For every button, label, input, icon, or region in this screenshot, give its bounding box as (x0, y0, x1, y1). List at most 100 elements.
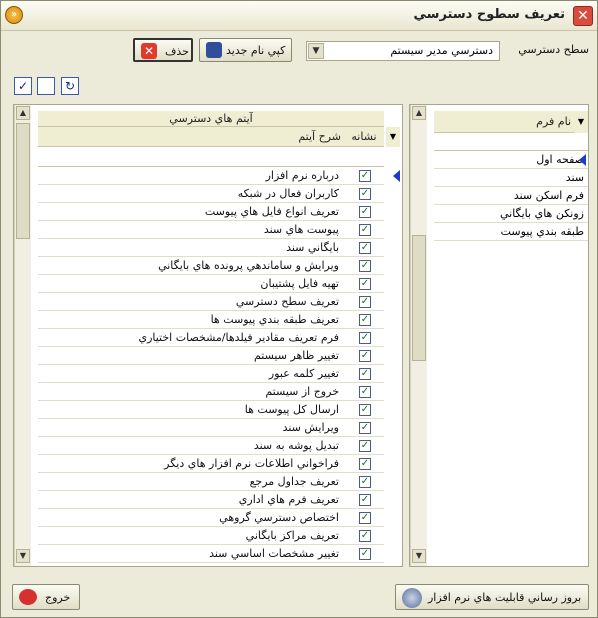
item-description: تغيير كلمه عبور (268, 367, 339, 380)
item-checkbox[interactable]: ✓ (359, 404, 371, 416)
exit-button[interactable]: خروج (12, 584, 80, 610)
item-description: تعريف مراكز بايگاني (245, 529, 339, 542)
filter-down-icon[interactable]: ▼ (386, 127, 400, 147)
table-row[interactable]: اختصاص دسترسي گروهي ✓ (38, 509, 384, 527)
access-items-panel: ▲ ▼ آيتم هاي دسترسي شرح آيتم نشانه ▼ درب… (13, 104, 403, 567)
item-checkbox[interactable]: ✓ (359, 206, 371, 218)
item-checkbox[interactable]: ✓ (359, 332, 371, 344)
item-checkbox[interactable]: ✓ (359, 296, 371, 308)
item-checkbox[interactable]: ✓ (359, 278, 371, 290)
list-item[interactable]: فرم اسكن سند (434, 187, 588, 205)
item-checkbox[interactable]: ✓ (359, 314, 371, 326)
exit-button-label: خروج (45, 591, 71, 604)
item-checkbox[interactable]: ✓ (359, 170, 371, 182)
item-description: تعريف فرم هاي اداري (238, 493, 339, 506)
list-item[interactable]: صفحه اول (434, 151, 588, 169)
item-checkbox[interactable]: ✓ (359, 494, 371, 506)
uncheck-all-button[interactable] (37, 77, 55, 95)
delete-button[interactable]: ✕ حذف (133, 38, 193, 62)
item-description: تهيه فايل پشتيبان (260, 277, 339, 290)
item-description: تغيير ظاهر سيستم (253, 349, 339, 362)
table-row[interactable]: فراخواني اطلاعات نرم افزار هاي ديگر ✓ (38, 455, 384, 473)
table-row[interactable]: خروج از سيستم ✓ (38, 383, 384, 401)
refresh-button[interactable]: ↻ (61, 77, 79, 95)
chevron-down-icon[interactable]: ▼ (308, 43, 324, 59)
current-row-indicator (393, 170, 400, 182)
item-checkbox[interactable]: ✓ (359, 530, 371, 542)
list-item[interactable]: زونكن هاي بايگاني (434, 205, 588, 223)
table-row[interactable]: بايگاني سند ✓ (38, 239, 384, 257)
item-checkbox[interactable]: ✓ (359, 188, 371, 200)
item-description: تغيير مشخصات اساسي سند (209, 547, 339, 560)
scroll-up-icon[interactable]: ▲ (412, 106, 426, 120)
table-row[interactable]: تغيير مشخصات اساسي سند ✓ (38, 545, 384, 563)
table-row[interactable]: تعريف جداول مرجع ✓ (38, 473, 384, 491)
items-scrollbar[interactable]: ▲ ▼ (14, 105, 31, 566)
close-icon[interactable]: ✕ (573, 6, 593, 26)
form-name: طبقه بندي پيوست (500, 225, 584, 238)
item-description: ويرايش سند (282, 421, 339, 434)
window-menu-icon[interactable]: » (5, 6, 23, 24)
item-description: كاربران فعال در شبكه (237, 187, 339, 200)
col-mark-header[interactable]: نشانه (344, 127, 384, 147)
item-checkbox[interactable]: ✓ (359, 242, 371, 254)
forms-scrollbar[interactable]: ▲ ▼ (410, 105, 427, 566)
item-checkbox[interactable]: ✓ (359, 350, 371, 362)
col-form-name-header[interactable]: نام فرم (434, 111, 574, 133)
table-row[interactable]: تعريف مراكز بايگاني ✓ (38, 527, 384, 545)
item-checkbox[interactable]: ✓ (359, 476, 371, 488)
item-checkbox[interactable]: ✓ (359, 440, 371, 452)
list-item[interactable]: سند (434, 169, 588, 187)
item-description: تعريف انواع فايل هاي پيوست (204, 205, 339, 218)
item-description: پيوست هاي سند (263, 223, 339, 236)
table-row[interactable]: ويرايش و ساماندهي پرونده هاي بايگاني ✓ (38, 257, 384, 275)
items-scroll-thumb[interactable] (16, 123, 30, 239)
item-checkbox[interactable]: ✓ (359, 260, 371, 272)
form-name: فرم اسكن سند (513, 189, 584, 202)
current-row-indicator (579, 154, 586, 166)
item-checkbox[interactable]: ✓ (359, 512, 371, 524)
table-row[interactable]: تبديل پوشه به سند ✓ (38, 437, 384, 455)
item-description: اختصاص دسترسي گروهي (219, 511, 339, 524)
item-checkbox[interactable]: ✓ (359, 458, 371, 470)
scroll-down-icon[interactable]: ▼ (412, 549, 426, 563)
table-row[interactable]: تغيير ظاهر سيستم ✓ (38, 347, 384, 365)
table-row[interactable]: تعريف فرم هاي اداري ✓ (38, 491, 384, 509)
item-description: تبديل پوشه به سند (253, 439, 339, 452)
item-checkbox[interactable]: ✓ (359, 548, 371, 560)
table-row[interactable]: تهيه فايل پشتيبان ✓ (38, 275, 384, 293)
item-description: تعريف طبقه بندي پيوست ها (210, 313, 339, 326)
items-filter-input[interactable] (38, 148, 384, 167)
list-item[interactable]: طبقه بندي پيوست (434, 223, 588, 241)
table-row[interactable]: كاربران فعال در شبكه ✓ (38, 185, 384, 203)
copy-new-name-button[interactable]: كپي نام جديد (199, 38, 292, 62)
item-description: ارسال كل پيوست ها (244, 403, 339, 416)
forms-filter-input[interactable] (434, 133, 588, 151)
col-description-header[interactable]: شرح آيتم (38, 127, 344, 147)
form-name: صفحه اول (536, 153, 584, 166)
window-title: تعريف سطوح دسترسي (413, 7, 565, 22)
table-row[interactable]: ويرايش سند ✓ (38, 419, 384, 437)
scroll-down-icon[interactable]: ▼ (16, 549, 30, 563)
table-row[interactable]: درباره نرم افزار ✓ (38, 167, 384, 185)
delete-button-label: حذف (165, 45, 189, 58)
item-checkbox[interactable]: ✓ (359, 422, 371, 434)
table-row[interactable]: تعريف طبقه بندي پيوست ها ✓ (38, 311, 384, 329)
check-all-button[interactable]: ✓ (14, 77, 32, 95)
scroll-up-icon[interactable]: ▲ (16, 106, 30, 120)
table-row[interactable]: ارسال كل پيوست ها ✓ (38, 401, 384, 419)
title-bar: » تعريف سطوح دسترسي ✕ (1, 1, 597, 31)
forms-scroll-thumb[interactable] (412, 235, 426, 361)
access-level-select[interactable]: ▼ دسترسي مدير سيستم (306, 41, 500, 61)
table-row[interactable]: پيوست هاي سند ✓ (38, 221, 384, 239)
filter-down-icon[interactable]: ▼ (574, 111, 588, 133)
table-row[interactable]: فرم تعريف مقادير فيلدها/مشخصات اختياري ✓ (38, 329, 384, 347)
table-row[interactable]: تعريف انواع فايل هاي پيوست ✓ (38, 203, 384, 221)
table-row[interactable]: تغيير كلمه عبور ✓ (38, 365, 384, 383)
update-features-button[interactable]: بروز رساني قابليت هاي نرم افزار (395, 584, 589, 610)
item-checkbox[interactable]: ✓ (359, 368, 371, 380)
item-checkbox[interactable]: ✓ (359, 224, 371, 236)
exit-arrow-icon (19, 589, 37, 605)
item-checkbox[interactable]: ✓ (359, 386, 371, 398)
table-row[interactable]: تعريف سطح دسترسي ✓ (38, 293, 384, 311)
